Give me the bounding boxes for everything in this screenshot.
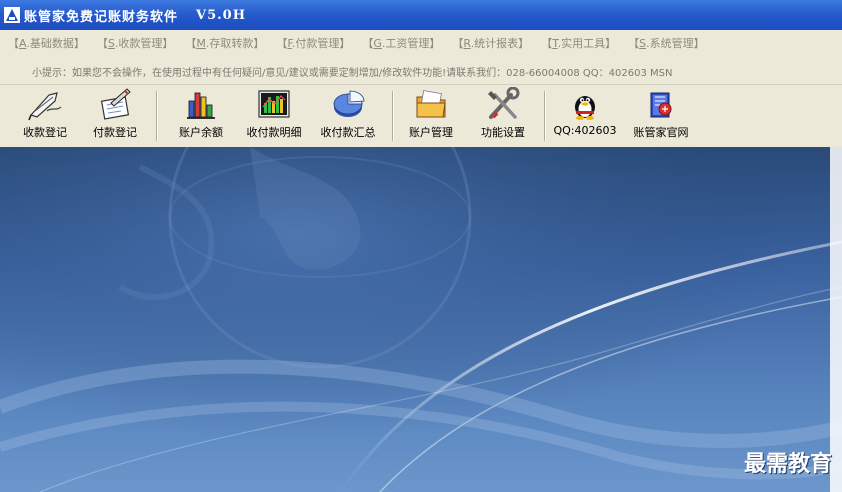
toolbar-separator — [392, 91, 394, 141]
window-title: 账管家免费记账财务软件 — [24, 9, 179, 25]
account-management-button[interactable]: 账户管理 — [400, 87, 462, 145]
receipt-entry-button[interactable]: 收款登记 — [12, 87, 78, 145]
workspace-edge — [830, 147, 842, 492]
quill-pen-icon — [28, 92, 62, 121]
toolbar-label: QQ:402603 — [553, 124, 617, 137]
toolbar-label: 付款登记 — [93, 126, 137, 139]
toolbar-label: 收付款汇总 — [320, 126, 376, 139]
toolbar-label: 收款登记 — [23, 126, 67, 139]
toolbar-label: 功能设置 — [481, 126, 525, 139]
toolbar: 收款登记 付款登记 账户余额 收付款明细 收付款汇总 账户管理 功能设置 QQ:… — [0, 85, 842, 149]
menu-system[interactable]: 【S.系统管理】 — [628, 35, 704, 51]
notepad-pen-icon — [100, 88, 131, 120]
payment-entry-button[interactable]: 付款登记 — [82, 87, 148, 145]
pie-chart-icon — [333, 90, 365, 117]
menu-reports[interactable]: 【R.统计报表】 — [452, 35, 529, 51]
menu-payroll[interactable]: 【G.工资管理】 — [362, 35, 440, 51]
chart-detail-icon — [258, 90, 290, 118]
account-balance-button[interactable]: 账户余额 — [168, 87, 234, 145]
qq-penguin-icon — [575, 96, 595, 120]
menu-receipts[interactable]: 【S.收款管理】 — [97, 35, 173, 51]
toolbar-label: 账管家官网 — [633, 126, 689, 139]
folder-icon — [416, 90, 446, 118]
background-art — [0, 147, 842, 492]
app-version: V5.0H — [196, 7, 247, 23]
bar-chart-icon — [187, 92, 215, 119]
toolbar-separator — [156, 91, 158, 141]
menu-basic-data[interactable]: 【A.基础数据】 — [8, 35, 85, 51]
website-icon — [650, 92, 672, 118]
tip-text: 小提示：如果您不会操作，在使用过程中有任何疑问/意见/建议或需要定制增加/修改软… — [32, 68, 673, 79]
toolbar-separator — [544, 91, 546, 141]
qq-contact-button[interactable]: QQ:402603 — [552, 87, 618, 145]
title-bar: 账管家免费记账财务软件 V5.0H — [0, 0, 842, 30]
transaction-detail-button[interactable]: 收付款明细 — [238, 87, 310, 145]
menu-deposit-transfer[interactable]: 【M.存取转款】 — [185, 35, 264, 51]
official-website-button[interactable]: 账管家官网 — [622, 87, 700, 145]
menu-payments[interactable]: 【F.付款管理】 — [276, 35, 350, 51]
settings-button[interactable]: 功能设置 — [470, 87, 536, 145]
menu-bar: 【A.基础数据】 【S.收款管理】 【M.存取转款】 【F.付款管理】 【G.工… — [0, 30, 842, 56]
app-icon — [4, 7, 20, 23]
workspace-background: 最需教育 — [0, 147, 842, 492]
toolbar-label: 账户管理 — [409, 126, 453, 139]
tip-bar: 小提示：如果您不会操作，在使用过程中有任何疑问/意见/建议或需要定制增加/修改软… — [0, 56, 842, 85]
toolbar-label: 账户余额 — [179, 126, 223, 139]
tools-icon — [488, 87, 520, 119]
toolbar-label: 收付款明细 — [246, 126, 302, 139]
watermark-text: 最需教育 — [743, 451, 832, 477]
menu-tools[interactable]: 【T.实用工具】 — [541, 35, 616, 51]
transaction-summary-button[interactable]: 收付款汇总 — [312, 87, 384, 145]
